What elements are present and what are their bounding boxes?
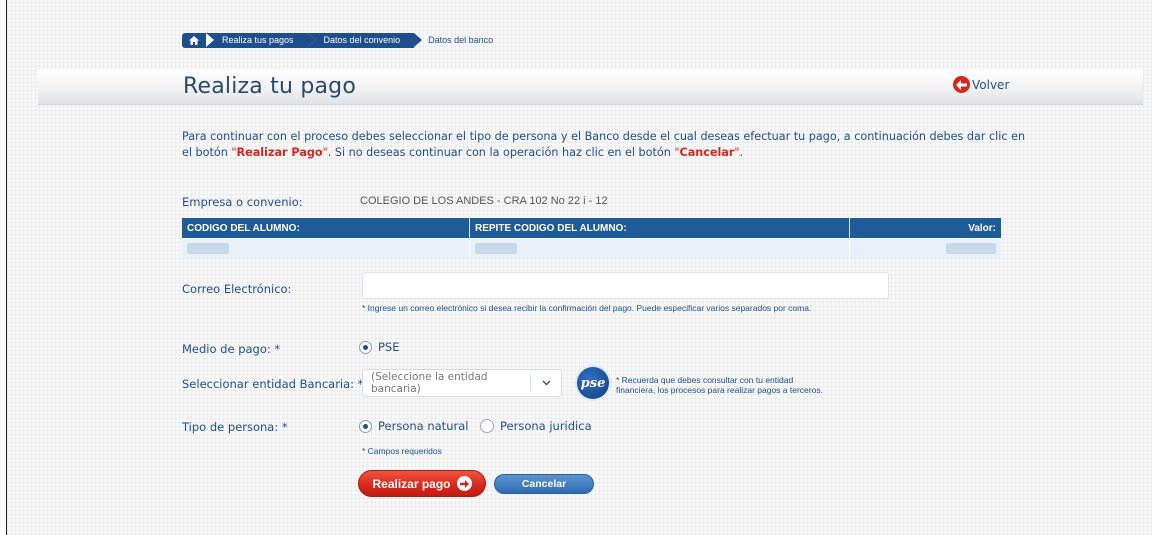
- header-repite-codigo: REPITE CODIGO DEL ALUMNO:: [469, 218, 850, 239]
- redacted-value: [946, 242, 996, 254]
- radio-button[interactable]: [359, 419, 372, 433]
- cancel-button[interactable]: Cancelar: [494, 474, 594, 494]
- email-label: Correo Electrónico:: [182, 282, 292, 296]
- email-hint: * Ingrese un correo electrónico si desea…: [362, 303, 812, 313]
- intro-part2: . Si no deseas continuar con la operació…: [327, 146, 675, 159]
- bank-select[interactable]: (Seleccione la entidad bancaria): [362, 369, 562, 397]
- pse-note-line2: financiera, los procesos para realizar p…: [616, 385, 823, 395]
- intro-part3: .: [739, 146, 744, 159]
- email-field[interactable]: [362, 272, 889, 299]
- chevron-down-icon: [531, 380, 561, 386]
- company-value: COLEGIO DE LOS ANDES - CRA 102 No 22 i -…: [360, 195, 608, 207]
- breadcrumb-item-pagos[interactable]: Realiza tus pagos: [206, 33, 316, 48]
- home-icon[interactable]: [182, 33, 206, 48]
- radio-persona-natural-label: Persona natural: [378, 419, 469, 433]
- redacted-value: [187, 242, 229, 254]
- bank-label: Seleccionar entidad Bancaria: *: [182, 377, 364, 391]
- radio-persona-natural[interactable]: Persona natural: [359, 419, 468, 433]
- radio-persona-juridica[interactable]: Persona juridica: [480, 419, 592, 433]
- arrow-right-icon: [456, 476, 472, 491]
- breadcrumb-item-convenio[interactable]: Datos del convenio: [307, 33, 422, 48]
- table-row: [182, 238, 1001, 258]
- redacted-value: [475, 242, 517, 254]
- back-label: Volver: [972, 77, 1010, 92]
- radio-persona-juridica-label: Persona juridica: [500, 419, 592, 433]
- header-codigo: CODIGO DEL ALUMNO:: [182, 218, 470, 239]
- header-valor: Valor:: [849, 218, 1001, 239]
- cell-valor: [849, 238, 1001, 258]
- arrow-left-icon: [953, 76, 970, 93]
- back-link[interactable]: Volver: [953, 76, 1009, 93]
- payment-method-label: Medio de pago: *: [182, 342, 281, 356]
- page-title: Realiza tu pago: [183, 74, 356, 99]
- bank-select-value: (Seleccione la entidad bancaria): [371, 371, 488, 395]
- radio-pse-label: PSE: [378, 340, 400, 354]
- company-label: Empresa o convenio:: [182, 195, 303, 209]
- pay-button-label: Realizar pago: [372, 476, 451, 491]
- pay-button[interactable]: Realizar pago: [358, 470, 486, 497]
- breadcrumb-current: Datos del banco: [428, 35, 494, 45]
- cell-codigo: [182, 238, 470, 258]
- intro-text: Para continuar con el proceso debes sele…: [182, 129, 1032, 161]
- table-header-row: CODIGO DEL ALUMNO: REPITE CODIGO DEL ALU…: [182, 218, 1001, 239]
- radio-button[interactable]: [359, 340, 372, 354]
- person-type-label: Tipo de persona: *: [182, 420, 288, 434]
- radio-button[interactable]: [480, 419, 494, 433]
- pse-logo: pse: [577, 367, 609, 399]
- pse-note-line1: * Recuerda que debes consultar con tu en…: [616, 375, 794, 385]
- breadcrumb: Realiza tus pagos Datos del convenio Dat…: [182, 33, 493, 48]
- required-note: * Campos requeridos: [362, 446, 442, 456]
- reference-table: CODIGO DEL ALUMNO: REPITE CODIGO DEL ALU…: [182, 218, 1001, 258]
- intro-cancelar: Cancelar: [679, 146, 735, 159]
- pse-note: * Recuerda que debes consultar con tu en…: [616, 375, 823, 395]
- cell-repite-codigo: [469, 238, 850, 258]
- intro-realizar-pago: Realizar Pago: [236, 146, 323, 159]
- radio-pse[interactable]: PSE: [359, 340, 400, 354]
